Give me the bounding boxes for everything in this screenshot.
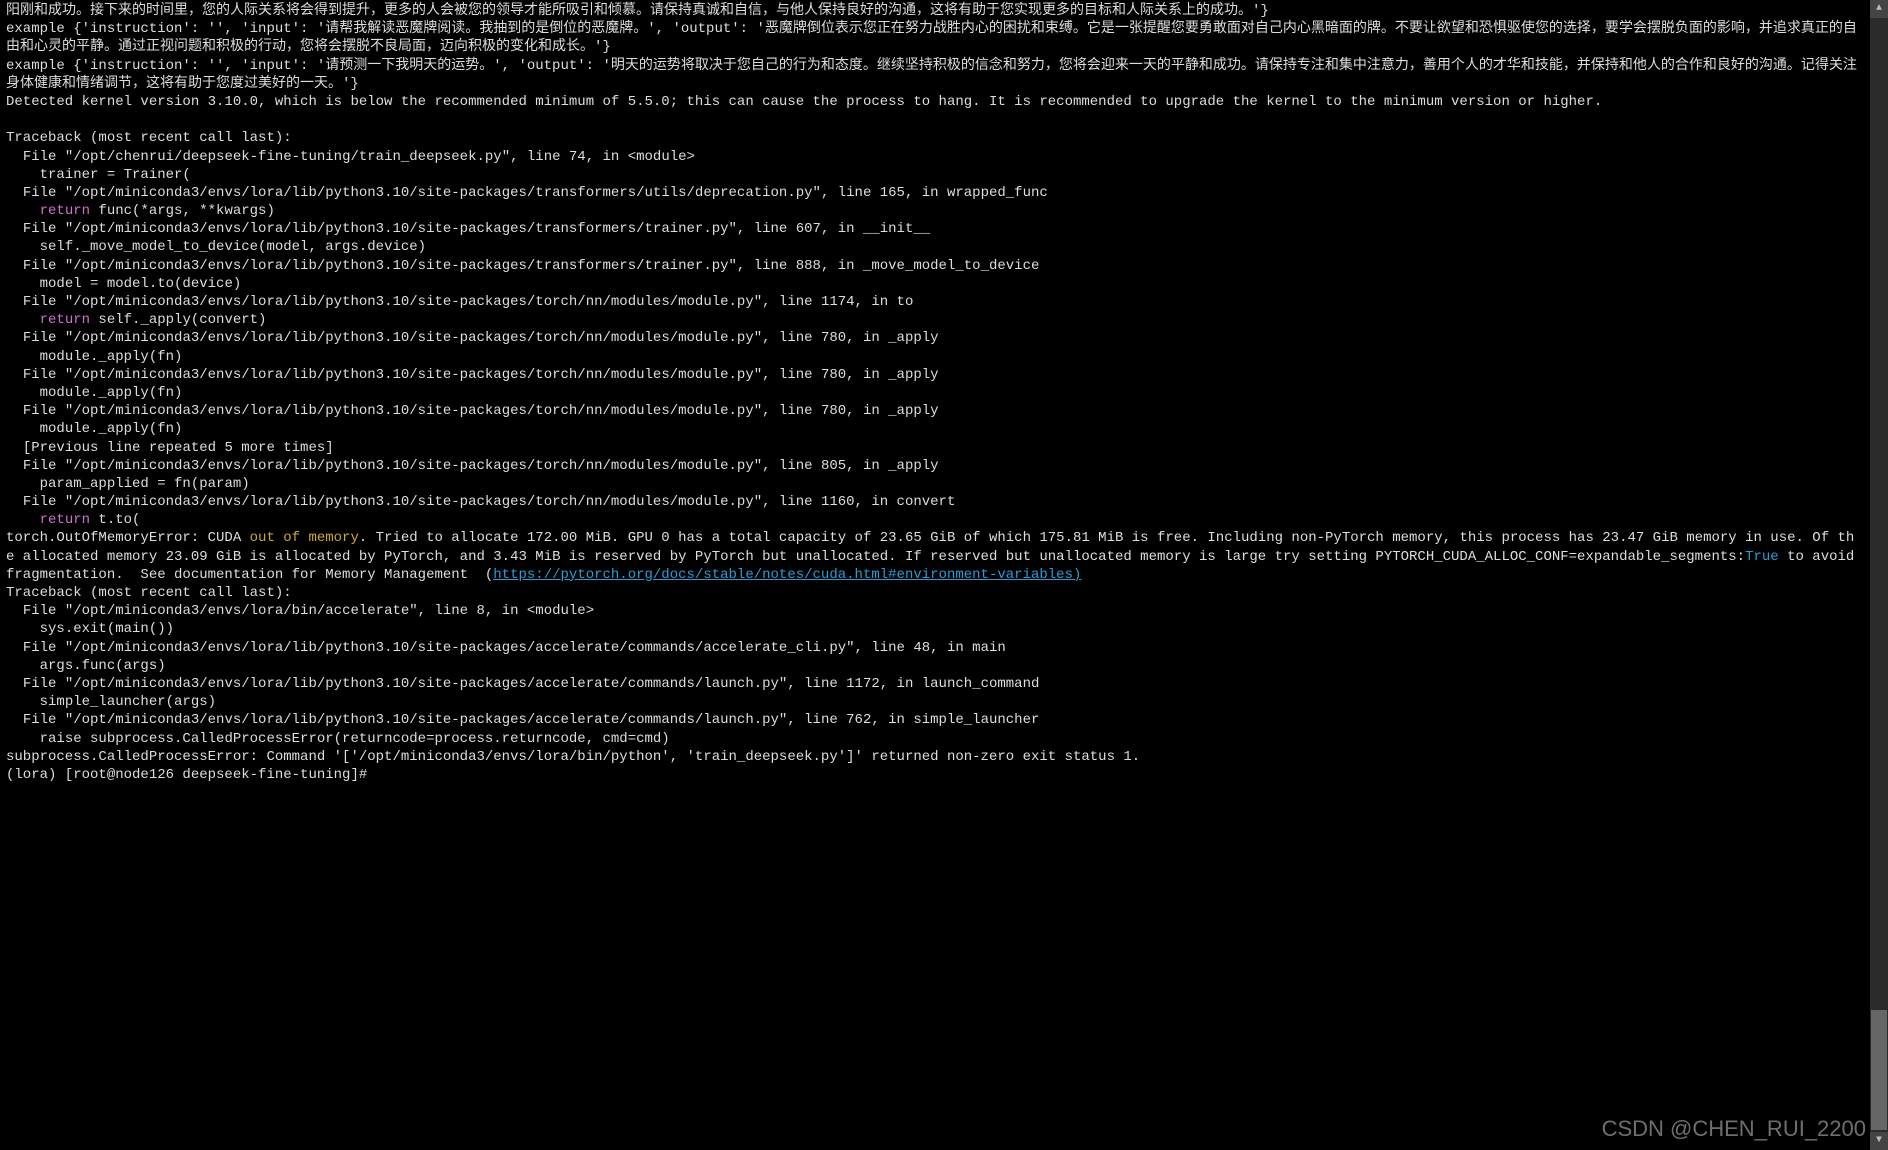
tb-line: File "/opt/miniconda3/envs/lora/lib/pyth… [6,330,939,346]
true-keyword: True [1745,549,1779,565]
vertical-scrollbar[interactable]: ▲ ▼ [1870,0,1888,1150]
scroll-thumb[interactable] [1871,1010,1887,1130]
tb-line: File "/opt/miniconda3/envs/lora/lib/pyth… [6,185,1048,201]
tb-line: File "/opt/miniconda3/envs/lora/lib/pyth… [6,294,913,310]
oom-highlight: out of memory [250,530,359,546]
tb-line: param_applied = fn(param) [6,476,250,492]
oom-error: torch.OutOfMemoryError: CUDA out of memo… [6,530,1863,582]
tb-line: File "/opt/miniconda3/envs/lora/lib/pyth… [6,221,930,237]
tb-line: File "/opt/miniconda3/envs/lora/lib/pyth… [6,640,1006,656]
traceback-header: Traceback (most recent call last): [6,130,292,146]
tb-line: File "/opt/miniconda3/envs/lora/bin/acce… [6,603,594,619]
subprocess-error: subprocess.CalledProcessError: Command '… [6,749,1140,765]
tb-line: File "/opt/miniconda3/envs/lora/lib/pyth… [6,403,939,419]
doc-link[interactable]: https://pytorch.org/docs/stable/notes/cu… [493,567,1081,583]
terminal-output[interactable]: 阳刚和成功。接下来的时间里，您的人际关系将会得到提升，更多的人会被您的领导才能所… [0,0,1868,786]
scroll-up-button[interactable]: ▲ [1870,0,1888,18]
tb-line: sys.exit(main()) [6,621,174,637]
tb-line: module._apply(fn) [6,421,182,437]
tb-line: File "/opt/miniconda3/envs/lora/lib/pyth… [6,712,1039,728]
watermark-text: CSDN @CHEN_RUI_2200 [1602,1115,1866,1144]
tb-line: File "/opt/chenrui/deepseek-fine-tuning/… [6,149,695,165]
tb-line: File "/opt/miniconda3/envs/lora/lib/pyth… [6,494,955,510]
return-keyword: return [40,512,90,528]
tb-line: return self._apply(convert) [6,312,266,328]
tb-line: raise subprocess.CalledProcessError(retu… [6,731,670,747]
tb-line: File "/opt/miniconda3/envs/lora/lib/pyth… [6,676,1039,692]
scroll-down-button[interactable]: ▼ [1870,1132,1888,1150]
tb-line: return t.to( [6,512,140,528]
traceback-header: Traceback (most recent call last): [6,585,292,601]
return-keyword: return [40,203,90,219]
tb-line: trainer = Trainer( [6,167,191,183]
tb-line: File "/opt/miniconda3/envs/lora/lib/pyth… [6,367,939,383]
tb-line: [Previous line repeated 5 more times] [6,440,334,456]
tb-line: args.func(args) [6,658,166,674]
tb-line: simple_launcher(args) [6,694,216,710]
kernel-warning: Detected kernel version 3.10.0, which is… [6,94,1602,110]
tb-line: self._move_model_to_device(model, args.d… [6,239,426,255]
tb-line: File "/opt/miniconda3/envs/lora/lib/pyth… [6,458,939,474]
tb-line: model = model.to(device) [6,276,241,292]
log-line: example {'instruction': '', 'input': '请帮… [6,21,1857,55]
tb-line: File "/opt/miniconda3/envs/lora/lib/pyth… [6,258,1039,274]
tb-line: module._apply(fn) [6,349,182,365]
return-keyword: return [40,312,90,328]
shell-prompt[interactable]: (lora) [root@node126 deepseek-fine-tunin… [6,767,376,783]
tb-line: module._apply(fn) [6,385,182,401]
log-line: example {'instruction': '', 'input': '请预… [6,58,1857,92]
log-line: 阳刚和成功。接下来的时间里，您的人际关系将会得到提升，更多的人会被您的领导才能所… [6,3,1269,19]
tb-line: return func(*args, **kwargs) [6,203,275,219]
